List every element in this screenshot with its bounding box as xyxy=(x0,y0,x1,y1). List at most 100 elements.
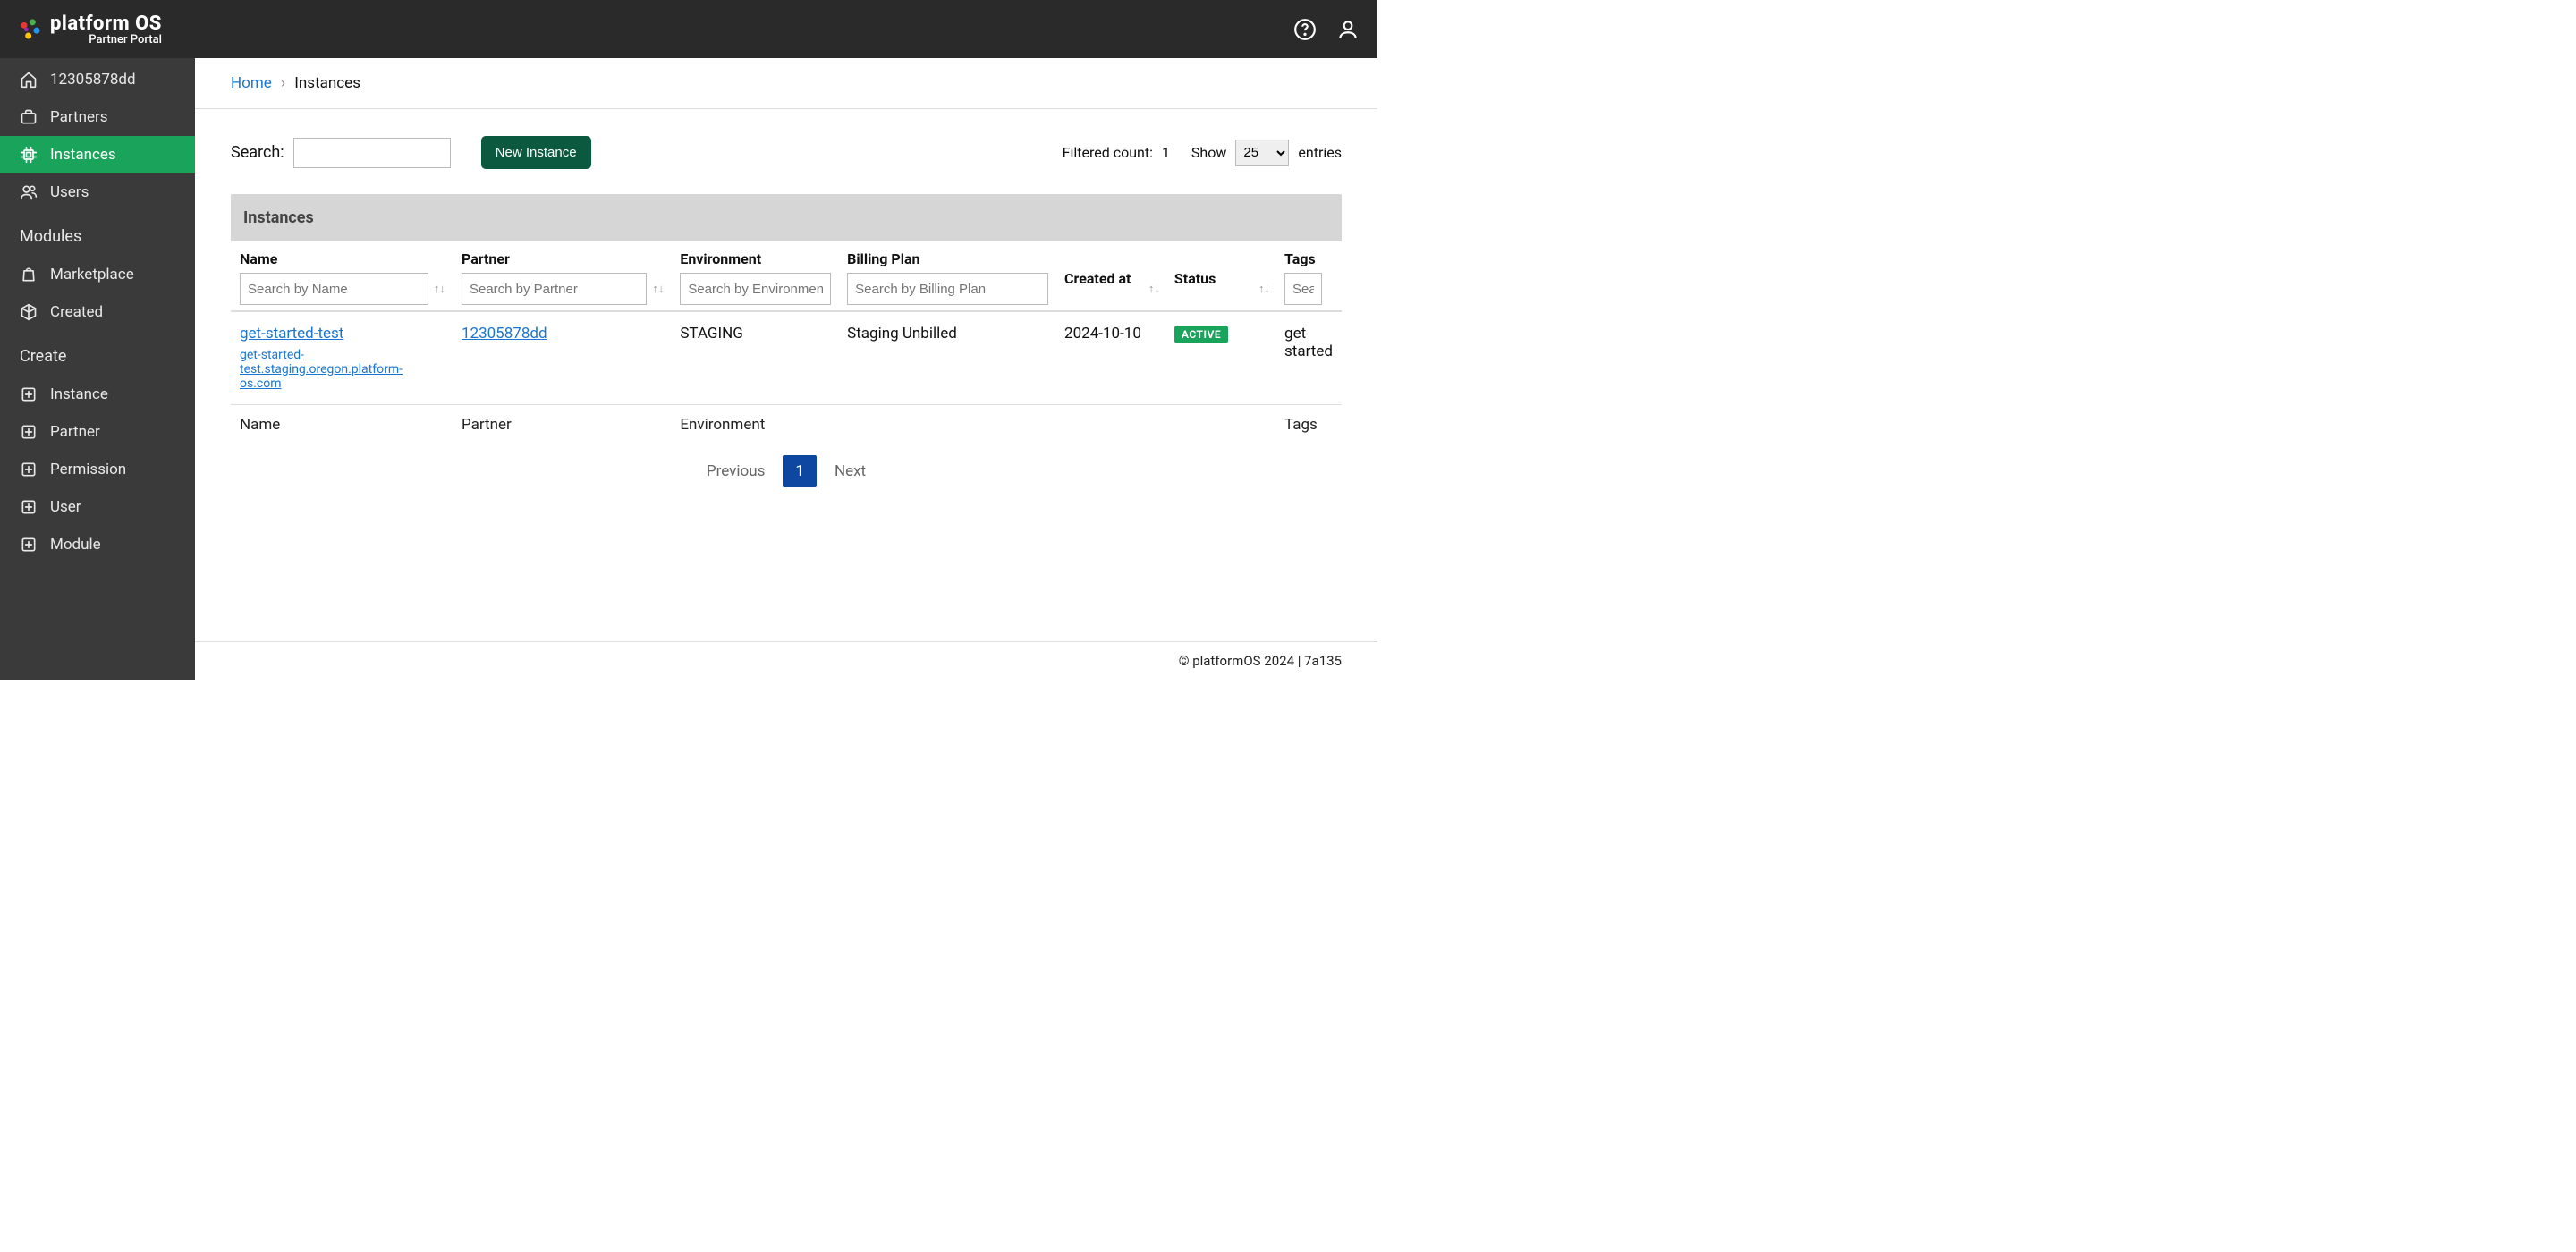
cell-environment: STAGING xyxy=(671,311,838,405)
instance-host-link[interactable]: get-started-test.staging.oregon.platform… xyxy=(240,348,444,391)
footer-environment: Environment xyxy=(671,405,838,445)
sidebar-create-permission[interactable]: Permission xyxy=(0,451,195,488)
sidebar-item-label: Instances xyxy=(50,146,116,164)
sidebar-create-user[interactable]: User xyxy=(0,488,195,526)
pagination-page-1[interactable]: 1 xyxy=(783,455,817,487)
bag-icon xyxy=(20,266,38,283)
sort-icon[interactable]: ↑↓ xyxy=(1148,282,1160,296)
sidebar: 12305878dd Partners Instances Users Modules… xyxy=(0,58,195,680)
sidebar-item-label: Instance xyxy=(50,385,108,403)
brand-name: platform OS xyxy=(50,13,162,35)
brand-subtitle: Partner Portal xyxy=(50,33,162,47)
pagination: Previous 1 Next xyxy=(231,444,1342,505)
filtered-count-value: 1 xyxy=(1162,144,1170,161)
filter-environment-input[interactable] xyxy=(680,273,831,305)
sidebar-item-label: Module xyxy=(50,536,101,554)
brand[interactable]: platform OS Partner Portal xyxy=(18,13,162,47)
search-input[interactable] xyxy=(293,138,451,168)
brand-text: platform OS Partner Portal xyxy=(50,13,162,47)
cell-billing-plan: Staging Unbilled xyxy=(838,311,1055,405)
partner-link[interactable]: 12305878dd xyxy=(462,325,547,343)
instances-table: Name ↑↓ Partner ↑↓ xyxy=(231,241,1342,444)
cell-tags: get started xyxy=(1275,311,1342,405)
col-billing-plan-label: Billing Plan xyxy=(847,250,1048,267)
home-icon xyxy=(20,71,38,89)
table-row: get-started-test get-started-test.stagin… xyxy=(231,311,1342,405)
sort-icon[interactable]: ↑↓ xyxy=(652,282,664,296)
instances-table-wrap: Instances Name ↑↓ xyxy=(231,194,1342,505)
sidebar-create-partner[interactable]: Partner xyxy=(0,413,195,451)
footer-text: © platformOS 2024 | 7a135 xyxy=(1179,653,1342,669)
col-tags[interactable]: Tags xyxy=(1275,241,1342,311)
col-partner[interactable]: Partner ↑↓ xyxy=(453,241,671,311)
sidebar-item-instances[interactable]: Instances xyxy=(0,136,195,173)
sidebar-create-module[interactable]: Module xyxy=(0,526,195,563)
show-label: Show xyxy=(1191,144,1226,161)
plus-box-icon xyxy=(20,498,38,516)
sidebar-item-label: Partner xyxy=(50,423,100,441)
breadcrumb-home[interactable]: Home xyxy=(231,74,272,92)
col-tags-label: Tags xyxy=(1284,250,1335,267)
sidebar-module-created[interactable]: Created xyxy=(0,293,195,331)
cell-created-at: 2024-10-10 xyxy=(1055,311,1165,405)
sidebar-section-modules: Modules xyxy=(0,211,195,253)
col-environment-label: Environment xyxy=(680,250,831,267)
show-entries-select[interactable]: 25 xyxy=(1235,140,1289,166)
new-instance-button[interactable]: New Instance xyxy=(481,136,591,169)
sidebar-section-create: Create xyxy=(0,331,195,373)
table-title: Instances xyxy=(231,194,1342,241)
sidebar-item-12305878dd[interactable]: 12305878dd xyxy=(0,58,195,98)
sidebar-item-label: Permission xyxy=(50,461,126,478)
main: Home › Instances Search: New Instance Fi… xyxy=(195,58,1377,680)
filtered-count-label: Filtered count: xyxy=(1063,144,1153,161)
footer-partner: Partner xyxy=(453,405,671,445)
sidebar-item-label: Partners xyxy=(50,108,108,126)
sidebar-item-label: User xyxy=(50,498,81,516)
col-created-at[interactable]: Created at ↑↓ xyxy=(1055,241,1165,311)
footer-name: Name xyxy=(231,405,453,445)
col-environment[interactable]: Environment xyxy=(671,241,838,311)
sort-icon[interactable]: ↑↓ xyxy=(434,282,445,296)
pagination-previous[interactable]: Previous xyxy=(698,457,774,486)
filter-billing-plan-input[interactable] xyxy=(847,273,1048,305)
instance-name-link[interactable]: get-started-test xyxy=(240,325,343,343)
col-name[interactable]: Name ↑↓ xyxy=(231,241,453,311)
brand-logo-icon xyxy=(18,17,43,42)
topbar-right xyxy=(1293,18,1360,41)
entries-label: entries xyxy=(1298,144,1342,161)
status-badge: ACTIVE xyxy=(1174,326,1228,343)
user-icon[interactable] xyxy=(1336,18,1360,41)
breadcrumb-current: Instances xyxy=(294,74,360,92)
search-label: Search: xyxy=(231,143,284,162)
cpu-icon xyxy=(20,146,38,164)
sidebar-item-label: Users xyxy=(50,183,89,201)
plus-box-icon xyxy=(20,423,38,441)
breadcrumb-separator: › xyxy=(281,74,285,92)
plus-box-icon xyxy=(20,461,38,478)
briefcase-icon xyxy=(20,108,38,126)
toolbar: Search: New Instance Filtered count: 1 S… xyxy=(231,136,1342,169)
filter-tags-input[interactable] xyxy=(1284,273,1322,305)
pagination-next[interactable]: Next xyxy=(826,457,875,486)
plus-box-icon xyxy=(20,536,38,554)
sidebar-item-partners[interactable]: Partners xyxy=(0,98,195,136)
col-partner-label: Partner xyxy=(462,250,664,267)
filter-name-input[interactable] xyxy=(240,273,428,305)
users-icon xyxy=(20,183,38,201)
cube-icon xyxy=(20,303,38,321)
sidebar-module-marketplace[interactable]: Marketplace xyxy=(0,253,195,293)
help-icon[interactable] xyxy=(1293,18,1317,41)
sidebar-create-instance[interactable]: Instance xyxy=(0,373,195,413)
col-created-at-label: Created at xyxy=(1064,270,1158,287)
filter-partner-input[interactable] xyxy=(462,273,647,305)
sidebar-item-users[interactable]: Users xyxy=(0,173,195,211)
col-status-label: Status xyxy=(1174,270,1268,287)
sidebar-item-label: 12305878dd xyxy=(50,71,136,89)
footer: © platformOS 2024 | 7a135 xyxy=(195,641,1377,680)
sort-icon[interactable]: ↑↓ xyxy=(1258,282,1270,296)
col-status[interactable]: Status ↑↓ xyxy=(1165,241,1275,311)
col-name-label: Name xyxy=(240,250,445,267)
col-billing-plan[interactable]: Billing Plan xyxy=(838,241,1055,311)
sidebar-item-label: Created xyxy=(50,303,103,321)
footer-tags: Tags xyxy=(1275,405,1342,445)
